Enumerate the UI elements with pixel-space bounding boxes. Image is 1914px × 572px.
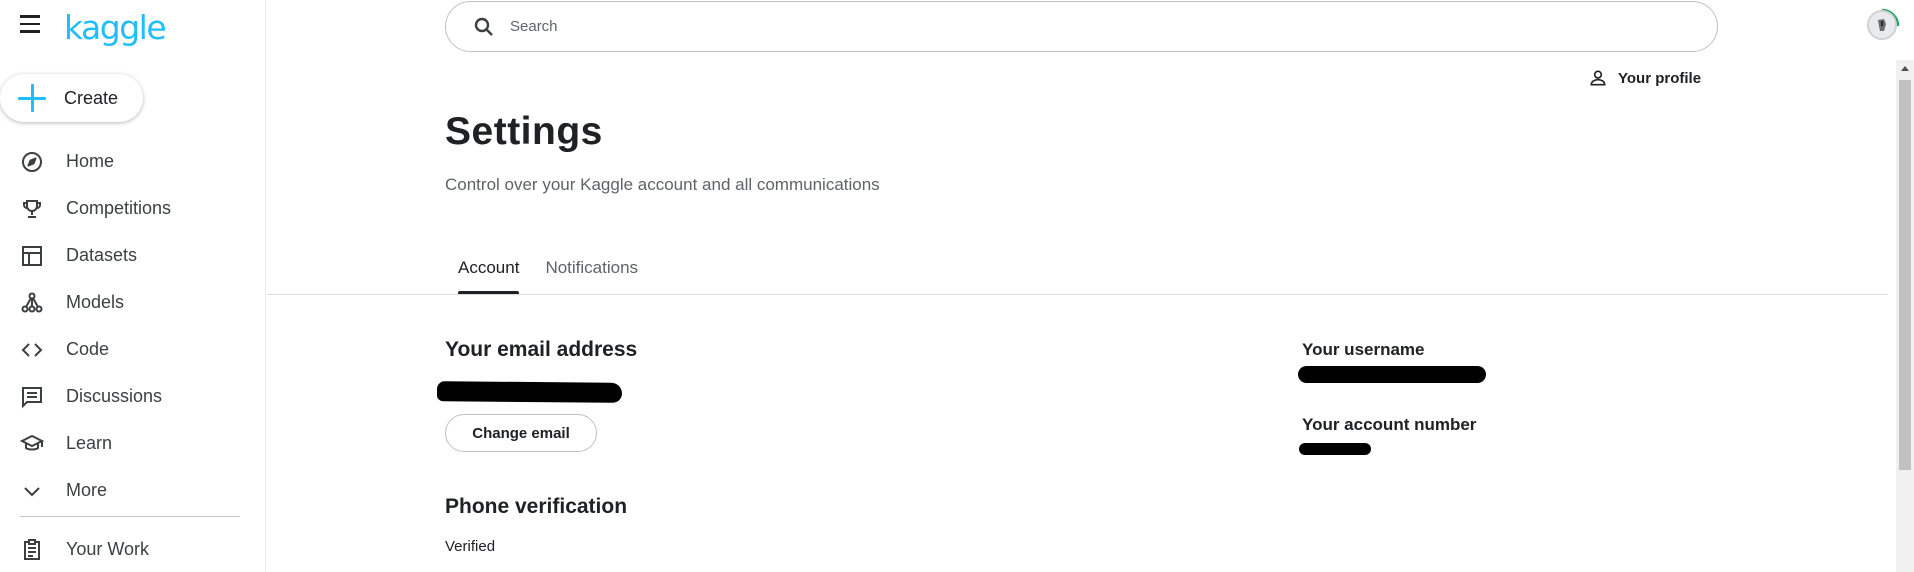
email-heading: Your email address: [445, 338, 638, 361]
sidebar: kaggle Create Home Competitions Datasets: [0, 0, 266, 572]
redacted-account-number: [1299, 443, 1371, 455]
sidebar-item-label: Competitions: [66, 198, 172, 218]
chevron-down-icon: [20, 479, 44, 503]
scrollbar[interactable]: [1896, 60, 1914, 572]
create-label: Create: [64, 87, 119, 108]
sidebar-item-label: More: [66, 480, 108, 500]
sidebar-item-label: Code: [66, 339, 110, 359]
tab-notifications[interactable]: Notifications: [532, 248, 651, 294]
comment-icon: [20, 385, 44, 409]
tab-account[interactable]: Account: [445, 248, 532, 294]
change-email-button[interactable]: Change email: [445, 414, 597, 452]
school-icon: [20, 432, 44, 456]
person-icon: [1590, 70, 1606, 86]
trophy-icon: [20, 197, 44, 221]
avatar-image: [1869, 12, 1895, 38]
code-icon: [20, 338, 44, 362]
your-profile-link[interactable]: Your profile: [1588, 68, 1701, 88]
sidebar-item-models[interactable]: Models: [0, 279, 265, 326]
redacted-email: [436, 381, 623, 403]
compass-icon: [20, 150, 44, 174]
sidebar-item-code[interactable]: Code: [0, 326, 265, 373]
scrollbar-thumb[interactable]: [1899, 80, 1911, 470]
sidebar-item-label: Discussions: [66, 386, 163, 406]
phone-verification-heading: Phone verification: [445, 495, 628, 518]
models-icon: [20, 291, 44, 315]
clipboard-icon: [20, 538, 44, 562]
sidebar-item-learn[interactable]: Learn: [0, 420, 265, 467]
your-profile-label: Your profile: [1618, 69, 1702, 87]
kaggle-logo[interactable]: kaggle: [64, 8, 167, 47]
sidebar-item-home[interactable]: Home: [0, 138, 265, 185]
account-number-label: Your account number: [1302, 415, 1477, 434]
avatar[interactable]: [1867, 10, 1897, 40]
phone-verification-status: Verified: [445, 538, 496, 555]
settings-tabs: Account Notifications: [445, 248, 651, 294]
sidebar-item-datasets[interactable]: Datasets: [0, 232, 265, 279]
tabs-divider: [267, 294, 1888, 295]
sidebar-item-your-work[interactable]: Your Work: [0, 526, 265, 572]
redacted-username: [1298, 366, 1486, 383]
sidebar-nav: Home Competitions Datasets Models Code D…: [0, 138, 265, 514]
scroll-up-arrow-icon[interactable]: [1901, 66, 1909, 71]
sidebar-item-label: Datasets: [66, 245, 138, 265]
sidebar-item-label: Learn: [66, 433, 113, 453]
table-icon: [20, 244, 44, 268]
search-icon: [474, 17, 493, 36]
sidebar-divider: [20, 516, 240, 517]
plus-icon: [18, 84, 46, 112]
username-label: Your username: [1302, 340, 1425, 359]
sidebar-item-discussions[interactable]: Discussions: [0, 373, 265, 420]
sidebar-item-label: Home: [66, 151, 115, 171]
sidebar-item-more[interactable]: More: [0, 467, 265, 514]
page-title: Settings: [445, 110, 603, 153]
sidebar-item-label: Models: [66, 292, 125, 312]
create-button[interactable]: Create: [0, 74, 143, 122]
search-input[interactable]: [510, 18, 1410, 35]
sidebar-item-label: Your Work: [66, 539, 150, 559]
search-bar[interactable]: [445, 1, 1718, 52]
page-subtitle: Control over your Kaggle account and all…: [445, 175, 880, 194]
sidebar-item-competitions[interactable]: Competitions: [0, 185, 265, 232]
menu-icon[interactable]: [20, 15, 46, 37]
